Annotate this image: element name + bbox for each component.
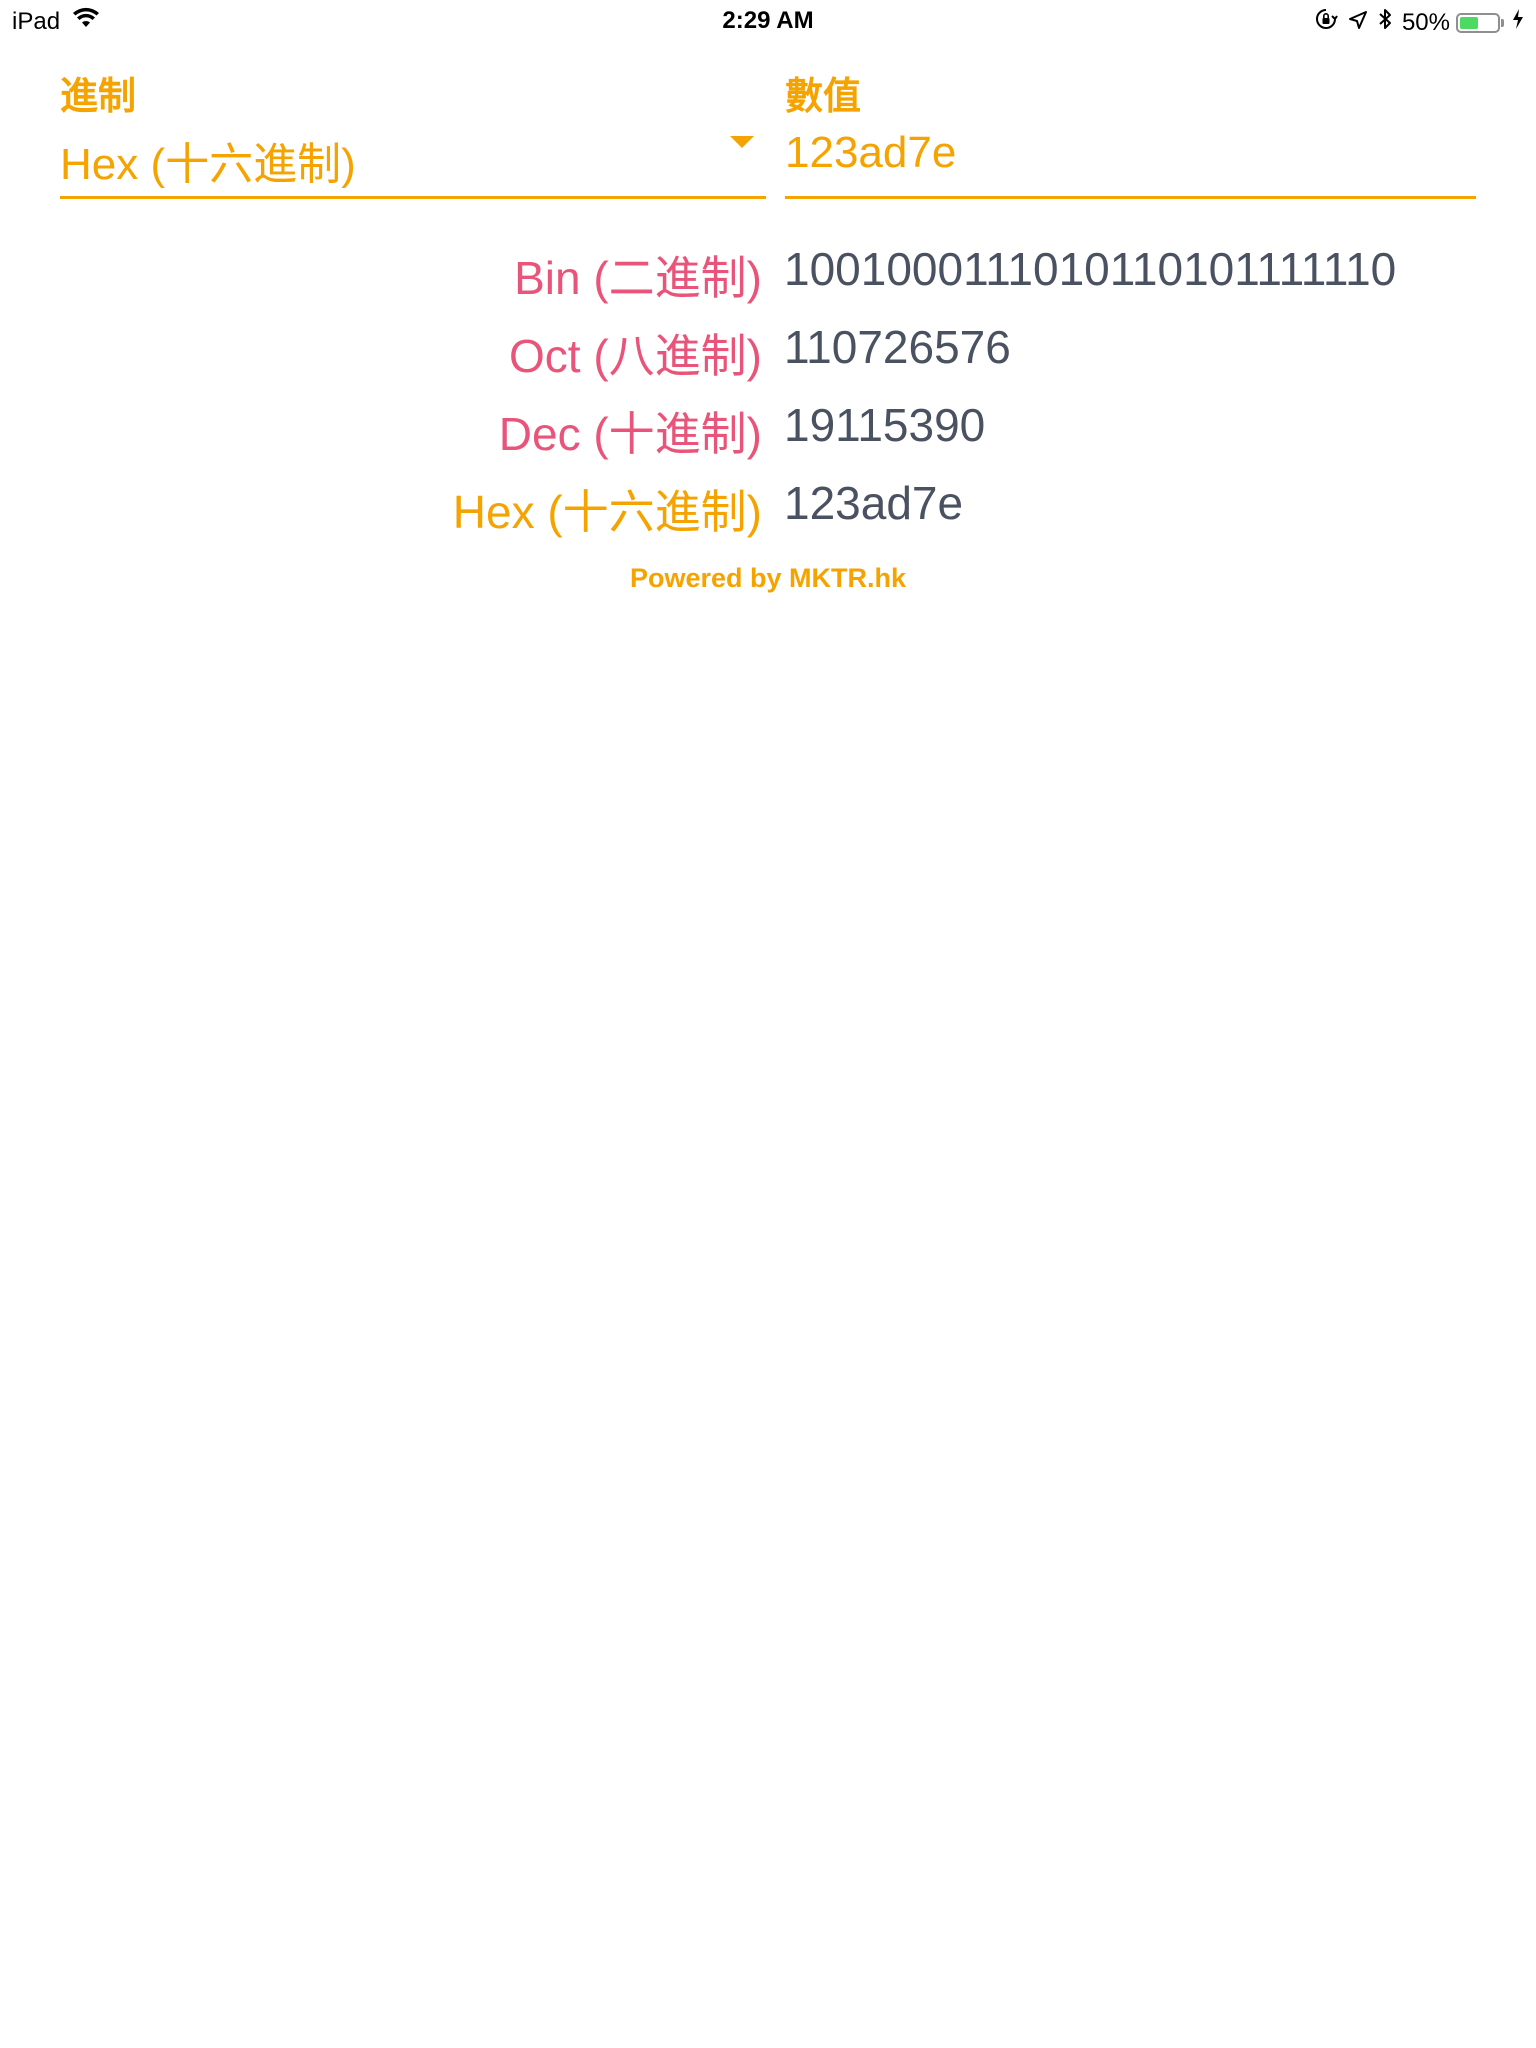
value-label: 數值 xyxy=(785,76,862,118)
battery-nub xyxy=(1501,18,1504,27)
powered-by-link[interactable]: Powered by MKTR.hk xyxy=(0,563,1536,594)
bluetooth-icon xyxy=(1378,7,1392,38)
result-value: 123ad7e xyxy=(784,477,964,529)
status-bar: iPad 2:29 AM 50% xyxy=(0,0,1536,40)
battery-icon xyxy=(1456,12,1500,33)
result-label: Dec (十進制) xyxy=(498,408,762,460)
status-bar-right: 50% xyxy=(1314,7,1524,38)
battery-percentage: 50% xyxy=(1401,8,1450,36)
result-value: 110726576 xyxy=(784,321,1011,373)
status-time: 2:29 AM xyxy=(722,7,814,34)
value-input[interactable]: 123ad7e xyxy=(785,128,956,178)
battery-level-fill xyxy=(1460,16,1478,29)
location-arrow-icon xyxy=(1348,9,1368,37)
dropdown-arrow-icon[interactable] xyxy=(730,136,754,148)
result-row-hex: Hex (十六進制) 123ad7e xyxy=(0,476,1536,540)
result-row-oct: Oct (八進制) 110726576 xyxy=(0,320,1536,384)
base-select-underline xyxy=(60,196,766,199)
base-select[interactable]: Hex (十六進制) xyxy=(60,128,356,192)
value-input-underline xyxy=(785,196,1476,199)
result-label: Oct (八進制) xyxy=(509,330,762,382)
result-row-dec: Dec (十進制) 19115390 xyxy=(0,398,1536,462)
base-label: 進制 xyxy=(60,76,137,118)
orientation-lock-icon xyxy=(1314,7,1338,38)
result-label: Bin (二進制) xyxy=(514,252,762,304)
result-label: Hex (十六進制) xyxy=(452,486,762,538)
result-row-bin: Bin (二進制) 1001000111010110101111110 xyxy=(0,242,1536,306)
charging-bolt-icon xyxy=(1512,8,1524,37)
result-value: 19115390 xyxy=(784,399,986,451)
result-value: 1001000111010110101111110 xyxy=(784,243,1397,295)
